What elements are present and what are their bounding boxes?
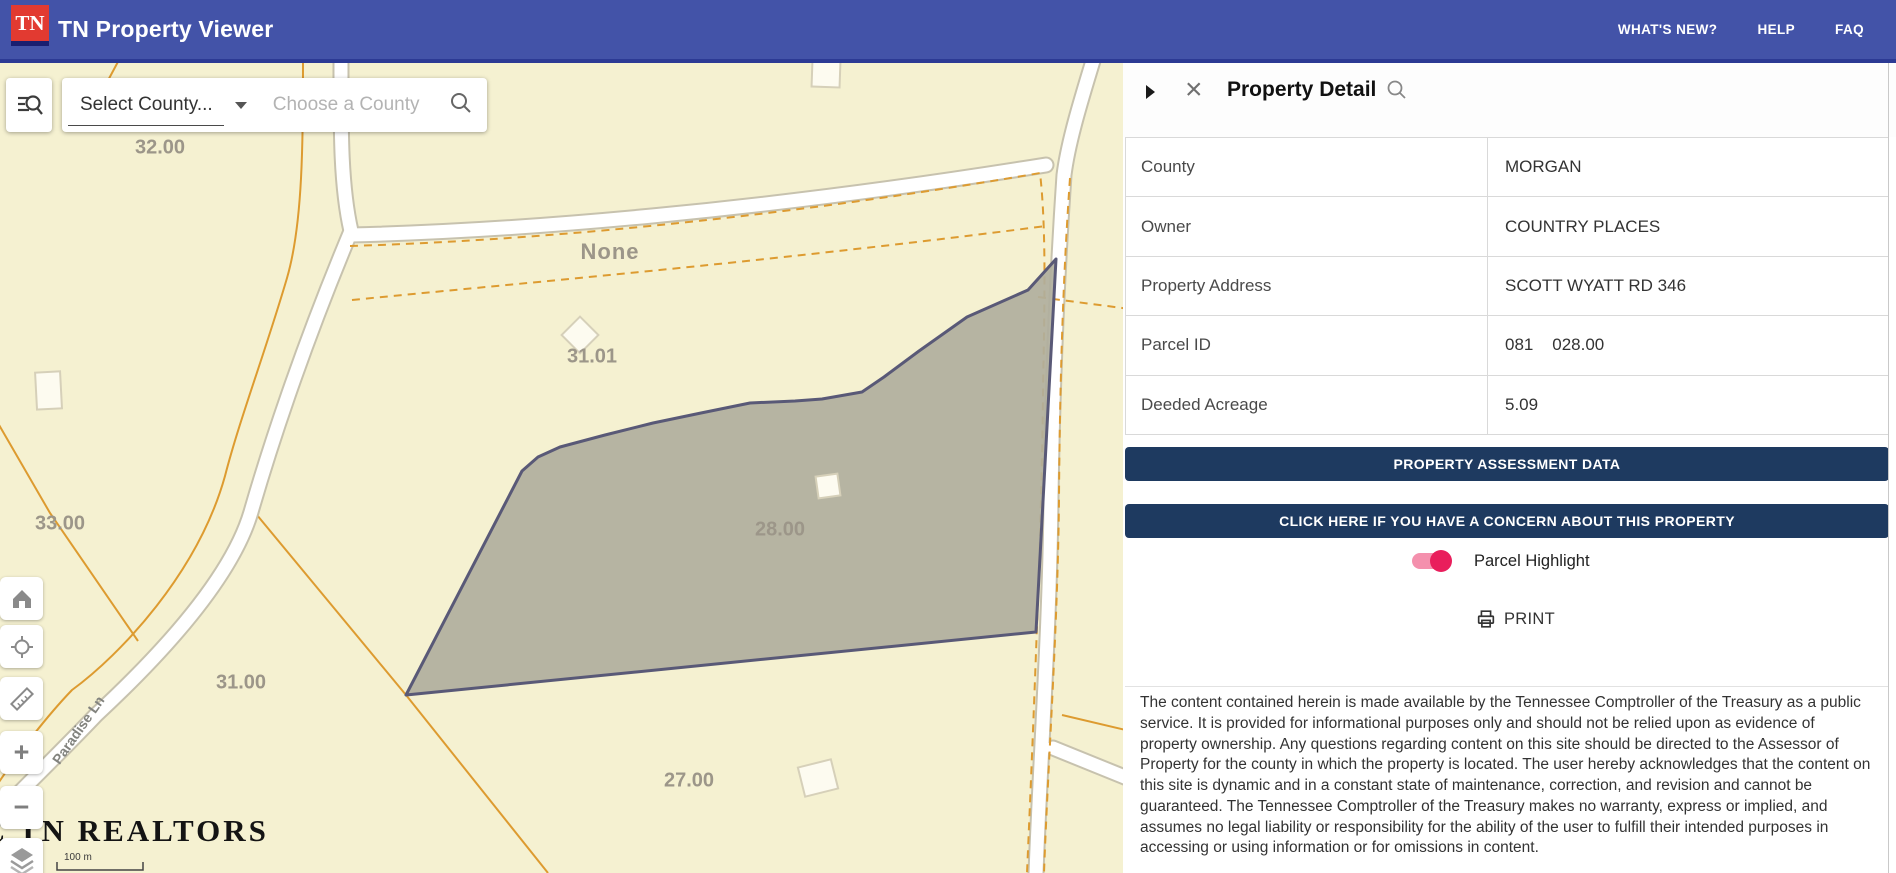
search-icon[interactable] [449,91,473,120]
parcel-highlight-label: Parcel Highlight [1474,552,1590,571]
expand-panel-arrow-icon[interactable] [1146,85,1155,99]
locate-button[interactable] [0,625,43,668]
row-label: Owner [1126,197,1488,256]
nav-links: WHAT'S NEW? HELP FAQ [1618,0,1864,59]
zoom-in-icon: + [14,739,30,766]
table-row: Owner COUNTRY PLACES [1126,197,1889,256]
county-select-value: Select County... [80,94,213,116]
print-button[interactable]: PRINT [1475,608,1555,630]
disclaimer-text: The content contained herein is made ava… [1140,693,1872,859]
ruler-icon [8,685,36,713]
tn-logo: TN [11,5,49,41]
building-icon [35,371,62,409]
property-detail-panel: × Property Detail County MORGAN Owner CO… [1123,63,1896,873]
county-search-input[interactable] [271,93,445,117]
layers-button[interactable] [0,838,43,873]
building-icon [812,63,841,87]
select-underline [68,125,224,126]
row-label: County [1126,138,1488,197]
printer-icon [1475,608,1497,630]
table-row: Parcel ID 081 028.00 [1126,316,1889,375]
table-row: Deeded Acreage 5.09 [1126,375,1889,434]
row-value: SCOTT WYATT RD 346 [1488,256,1889,315]
property-concern-button[interactable]: CLICK HERE IF YOU HAVE A CONCERN ABOUT T… [1125,504,1889,538]
zoom-in-button[interactable]: + [0,731,43,774]
nav-link-faq[interactable]: FAQ [1835,22,1864,37]
table-row: County MORGAN [1126,138,1889,197]
toggle-knob [1430,550,1452,572]
highlighted-parcel[interactable] [406,259,1056,695]
row-value: COUNTRY PLACES [1488,197,1889,256]
home-button[interactable] [0,577,43,620]
close-icon[interactable]: × [1185,73,1203,107]
map-canvas[interactable]: 32.00 None 31.01 33.00 28.00 31.00 27.00… [0,63,1123,873]
table-row: Property Address SCOTT WYATT RD 346 [1126,256,1889,315]
measure-button[interactable] [0,677,43,720]
top-navbar: TN TN Property Viewer WHAT'S NEW? HELP F… [0,0,1896,63]
print-button-label: PRINT [1504,610,1555,629]
locate-icon [8,633,36,661]
tn-logo-underline [11,41,49,46]
panel-search-icon[interactable] [1386,79,1408,106]
nav-link-help[interactable]: HELP [1757,22,1795,37]
layers-icon [8,845,36,873]
property-detail-table: County MORGAN Owner COUNTRY PLACES Prope… [1125,137,1889,435]
county-search-bar: Select County... [62,78,487,132]
row-value: 081 028.00 [1488,316,1889,375]
panel-title: Property Detail [1227,78,1376,102]
scale-bar-label: 100 m [64,852,92,863]
panel-divider [1125,686,1889,687]
building-icon [816,474,841,499]
zoom-out-icon: − [14,794,30,821]
county-select-dropdown[interactable]: Select County... [62,78,247,132]
basemap-graphics [0,63,1123,873]
panel-scrollbar-track[interactable] [1888,63,1889,873]
legend-search-icon [14,91,44,119]
scale-bar [57,862,143,870]
building-icon [562,317,599,354]
parcel-highlight-toggle[interactable] [1412,553,1448,569]
row-value: 5.09 [1488,375,1889,434]
panel-header: × Property Detail [1123,63,1896,137]
legend-search-button[interactable] [6,78,52,132]
row-label: Deeded Acreage [1126,375,1488,434]
parcel-highlight-row: Parcel Highlight [1412,547,1590,575]
zoom-out-button[interactable]: − [0,786,43,829]
row-label: Parcel ID [1126,316,1488,375]
row-label: Property Address [1126,256,1488,315]
row-value: MORGAN [1488,138,1889,197]
home-icon [8,585,36,613]
property-assessment-data-button[interactable]: PROPERTY ASSESSMENT DATA [1125,447,1889,481]
nav-link-whats-new[interactable]: WHAT'S NEW? [1618,22,1718,37]
building-icon [798,759,838,796]
chevron-down-icon [235,102,247,109]
tn-logo-text: TN [15,11,44,36]
app-title: TN Property Viewer [58,0,273,59]
